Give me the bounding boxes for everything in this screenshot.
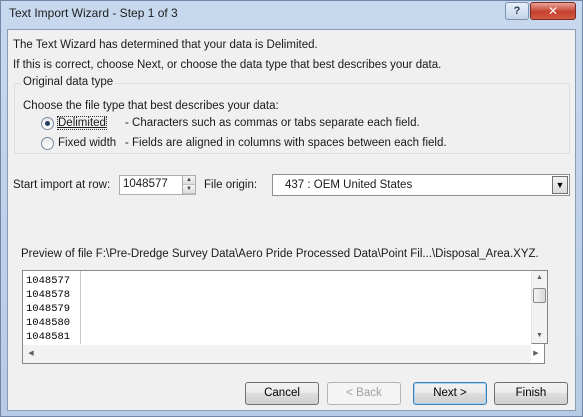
scroll-left-icon[interactable]: ◀ xyxy=(24,347,38,361)
next-button[interactable]: Next > xyxy=(413,382,487,405)
dialog-body: The Text Wizard has determined that your… xyxy=(7,29,576,411)
finish-button[interactable]: Finish xyxy=(494,382,568,405)
fixed-width-description: - Fields are aligned in columns with spa… xyxy=(125,137,447,149)
scroll-up-icon[interactable]: ▲ xyxy=(532,271,547,285)
preview-label: Preview of file F:\Pre-Dredge Survey Dat… xyxy=(21,248,539,260)
window-title: Text Import Wizard - Step 1 of 3 xyxy=(9,6,178,20)
delimited-description: - Characters such as commas or tabs sepa… xyxy=(125,117,420,129)
scroll-down-icon[interactable]: ▼ xyxy=(532,329,547,343)
file-type-prompt: Choose the file type that best describes… xyxy=(23,100,279,112)
scroll-thumb[interactable] xyxy=(533,288,546,303)
start-row-label: Start import at row: xyxy=(13,179,111,191)
close-button[interactable]: ✕ xyxy=(530,2,576,20)
preview-row: 1048579 xyxy=(26,303,71,315)
chevron-down-icon[interactable]: ▼ xyxy=(552,176,568,194)
spin-down-icon[interactable]: ▼ xyxy=(183,185,195,194)
start-row-spinner: ▲ ▼ xyxy=(183,175,196,195)
help-button[interactable]: ? xyxy=(505,2,529,20)
text-import-wizard-window: Text Import Wizard - Step 1 of 3 ? ✕ The… xyxy=(0,0,583,417)
preview-row: 1048580 xyxy=(26,317,71,329)
preview-row: 1048577 xyxy=(26,275,71,287)
fixed-width-radio[interactable] xyxy=(41,137,54,150)
file-origin-select[interactable]: 437 : OEM United States ▼ xyxy=(272,174,570,196)
fixed-width-label[interactable]: Fixed width xyxy=(58,137,116,149)
start-row-input[interactable]: 1048577 xyxy=(119,175,183,195)
preview-row: 1048581 xyxy=(26,331,71,343)
back-button[interactable]: < Back xyxy=(327,382,401,405)
file-origin-value: 437 : OEM United States xyxy=(285,179,413,191)
delimited-label-text[interactable]: Delimited xyxy=(57,116,107,130)
preview-horizontal-scrollbar[interactable]: ◀ ▶ xyxy=(23,345,539,363)
preview-vertical-scrollbar[interactable]: ▲ ▼ xyxy=(531,270,548,344)
group-legend: Original data type xyxy=(21,76,116,88)
delimited-radio[interactable] xyxy=(41,117,54,130)
file-origin-label: File origin: xyxy=(204,179,258,191)
title-bar: Text Import Wizard - Step 1 of 3 ? ✕ xyxy=(1,1,582,27)
delimited-label[interactable]: Delimited xyxy=(57,116,107,130)
intro-line-1: The Text Wizard has determined that your… xyxy=(13,39,318,51)
intro-line-2: If this is correct, choose Next, or choo… xyxy=(13,59,442,71)
preview-row: 1048578 xyxy=(26,289,71,301)
cancel-button[interactable]: Cancel xyxy=(245,382,319,405)
spin-up-icon[interactable]: ▲ xyxy=(183,176,195,185)
scroll-right-icon[interactable]: ▶ xyxy=(529,347,543,361)
